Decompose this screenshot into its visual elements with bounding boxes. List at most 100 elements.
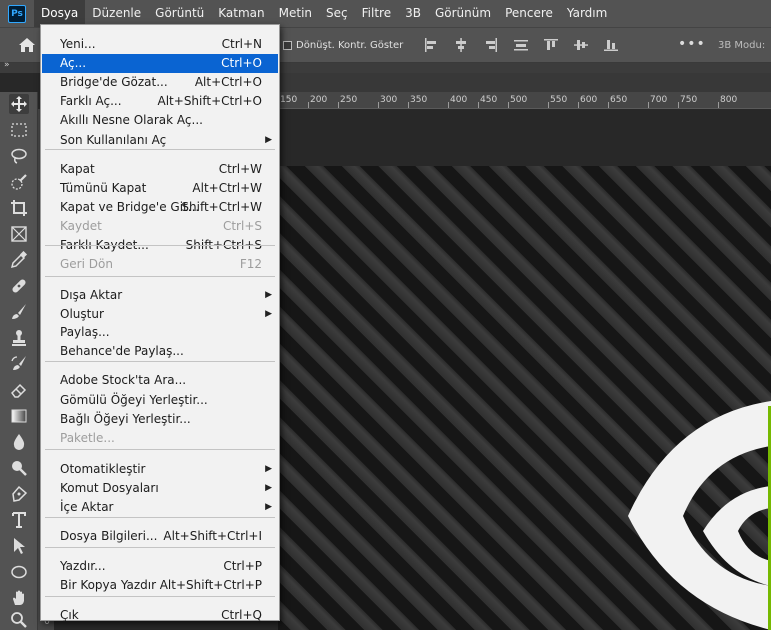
- file-menu-item[interactable]: Tümünü Kapat Alt+Ctrl+W: [42, 179, 278, 198]
- show-transform-controls-label: Dönüşt. Kontr. Göster: [296, 40, 404, 51]
- file-menu-item[interactable]: Gömülü Öğeyi Yerleştir...: [42, 391, 278, 410]
- healing-brush-tool-icon[interactable]: [9, 276, 29, 296]
- align-left-edges-icon[interactable]: [424, 38, 438, 52]
- show-transform-controls-checkbox[interactable]: Dönüşt. Kontr. Göster: [283, 40, 403, 51]
- blur-tool-icon[interactable]: [9, 432, 29, 452]
- file-menu-item[interactable]: Yeni... Ctrl+N: [42, 35, 278, 54]
- menu-item-label: Dışa Aktar: [60, 288, 123, 302]
- file-menu-item[interactable]: Dosya Bilgileri... Alt+Shift+Ctrl+I: [42, 527, 278, 546]
- menu-separator: [45, 596, 275, 597]
- menu-8[interactable]: Görünüm: [428, 0, 498, 27]
- submenu-arrow-icon: ▶: [265, 309, 272, 319]
- menu-separator: [45, 149, 275, 150]
- file-menu-item[interactable]: Aç... Ctrl+O: [42, 54, 278, 73]
- quick-selection-tool-icon[interactable]: [9, 172, 29, 192]
- file-menu-item: Paketle...: [42, 429, 278, 448]
- menu-separator: [45, 517, 275, 518]
- ruler-label: 550: [550, 95, 568, 105]
- menu-10[interactable]: Yardım: [560, 0, 614, 27]
- file-menu-item[interactable]: Bağlı Öğeyi Yerleştir...: [42, 410, 278, 429]
- more-options-icon[interactable]: •••: [678, 36, 706, 52]
- file-menu-item[interactable]: Oluştur ▶: [42, 305, 278, 324]
- eyedropper-tool-icon[interactable]: [9, 250, 29, 270]
- file-menu-item[interactable]: Bir Kopya Yazdır Alt+Shift+Ctrl+P: [42, 576, 278, 595]
- frame-tool-icon[interactable]: [9, 224, 29, 244]
- clone-stamp-tool-icon[interactable]: [9, 328, 29, 348]
- file-menu-item[interactable]: Çık Ctrl+Q: [42, 606, 278, 625]
- menu-7[interactable]: 3B: [398, 0, 428, 27]
- align-top-edges-icon[interactable]: [544, 38, 558, 52]
- menu-3[interactable]: Katman: [211, 0, 271, 27]
- align-vertical-centers-icon[interactable]: [574, 38, 588, 52]
- eraser-tool-icon[interactable]: [9, 380, 29, 400]
- ruler-tick: [378, 102, 379, 108]
- file-menu-item[interactable]: Adobe Stock'ta Ara...: [42, 371, 278, 390]
- distribute-icon[interactable]: [514, 38, 528, 52]
- menu-item-label: Tümünü Kapat: [60, 181, 147, 195]
- canvas-artwork: [628, 401, 771, 630]
- file-menu-item[interactable]: Yazdır... Ctrl+P: [42, 557, 278, 576]
- checkbox-box[interactable]: [283, 41, 292, 50]
- photoshop-logo-icon[interactable]: Ps: [8, 4, 26, 23]
- type-tool-icon[interactable]: [9, 510, 29, 530]
- menu-item-label: Bridge'de Gözat...: [60, 75, 168, 89]
- menu-6[interactable]: Filtre: [355, 0, 398, 27]
- dodge-tool-icon[interactable]: [9, 458, 29, 478]
- home-icon[interactable]: [18, 37, 36, 53]
- file-menu-item[interactable]: Paylaş...: [42, 323, 278, 342]
- file-menu-item[interactable]: İçe Aktar ▶: [42, 498, 278, 517]
- menu-item-label: Otomatikleştir: [60, 462, 146, 476]
- document-canvas[interactable]: [278, 166, 771, 630]
- pen-tool-icon[interactable]: [9, 484, 29, 504]
- file-menu-item[interactable]: Otomatikleştir ▶: [42, 460, 278, 479]
- menu-5[interactable]: Seç: [319, 0, 355, 27]
- file-menu-item[interactable]: Behance'de Paylaş...: [42, 342, 278, 361]
- menu-item-label: Komut Dosyaları: [60, 481, 159, 495]
- menu-item-shortcut: Alt+Ctrl+W: [192, 181, 262, 195]
- file-menu-item[interactable]: Bridge'de Gözat... Alt+Ctrl+O: [42, 73, 278, 92]
- menu-item-label: İçe Aktar: [60, 500, 114, 514]
- gradient-tool-icon[interactable]: [9, 406, 29, 426]
- ruler-tick: [718, 102, 719, 108]
- lasso-tool-icon[interactable]: [9, 146, 29, 166]
- menu-1[interactable]: Düzenle: [85, 0, 148, 27]
- history-brush-tool-icon[interactable]: [9, 354, 29, 374]
- hand-tool-icon[interactable]: [9, 588, 29, 608]
- file-menu-item[interactable]: Son Kullanılanı Aç ▶: [42, 131, 278, 150]
- align-horizontal-centers-icon[interactable]: [454, 38, 468, 52]
- align-bottom-edges-icon[interactable]: [604, 38, 618, 52]
- ruler-label: 800: [720, 95, 738, 105]
- menu-item-shortcut: Ctrl+S: [222, 219, 262, 233]
- zoom-tool-icon[interactable]: [9, 610, 29, 630]
- menu-9[interactable]: Pencere: [498, 0, 560, 27]
- menu-item-label: Paketle...: [60, 431, 115, 445]
- submenu-arrow-icon: ▶: [265, 483, 272, 493]
- align-buttons: [424, 38, 634, 52]
- file-menu-item[interactable]: Dışa Aktar ▶: [42, 286, 278, 305]
- ruler-tick: [338, 102, 339, 108]
- menu-item-label: Behance'de Paylaş...: [60, 344, 184, 358]
- brush-tool-icon[interactable]: [9, 302, 29, 322]
- menu-4[interactable]: Metin: [272, 0, 319, 27]
- menu-item-label: Gömülü Öğeyi Yerleştir...: [60, 393, 208, 407]
- expand-panels-icon[interactable]: »: [4, 60, 9, 70]
- menu-separator: [45, 245, 275, 246]
- file-menu-item[interactable]: Kapat Ctrl+W: [42, 160, 278, 179]
- menu-item-label: Yeni...: [60, 37, 96, 51]
- ellipse-tool-icon[interactable]: [9, 562, 29, 582]
- menu-0[interactable]: Dosya: [34, 0, 86, 27]
- path-selection-tool-icon[interactable]: [9, 536, 29, 556]
- ruler-tick: [648, 102, 649, 108]
- marquee-tool-icon[interactable]: [9, 120, 29, 140]
- file-menu-item: Geri Dön F12: [42, 255, 278, 274]
- align-right-edges-icon[interactable]: [484, 38, 498, 52]
- menu-separator: [45, 449, 275, 450]
- move-tool-icon[interactable]: [9, 94, 29, 114]
- file-menu-item[interactable]: Komut Dosyaları ▶: [42, 479, 278, 498]
- file-menu-item[interactable]: Farklı Aç... Alt+Shift+Ctrl+O: [42, 92, 278, 111]
- menu-2[interactable]: Görüntü: [148, 0, 211, 27]
- crop-tool-icon[interactable]: [9, 198, 29, 218]
- file-menu-item[interactable]: Akıllı Nesne Olarak Aç...: [42, 111, 278, 130]
- menu-item-shortcut: Alt+Ctrl+O: [194, 75, 262, 89]
- file-menu-item[interactable]: Kapat ve Bridge'e Git... Shift+Ctrl+W: [42, 198, 278, 217]
